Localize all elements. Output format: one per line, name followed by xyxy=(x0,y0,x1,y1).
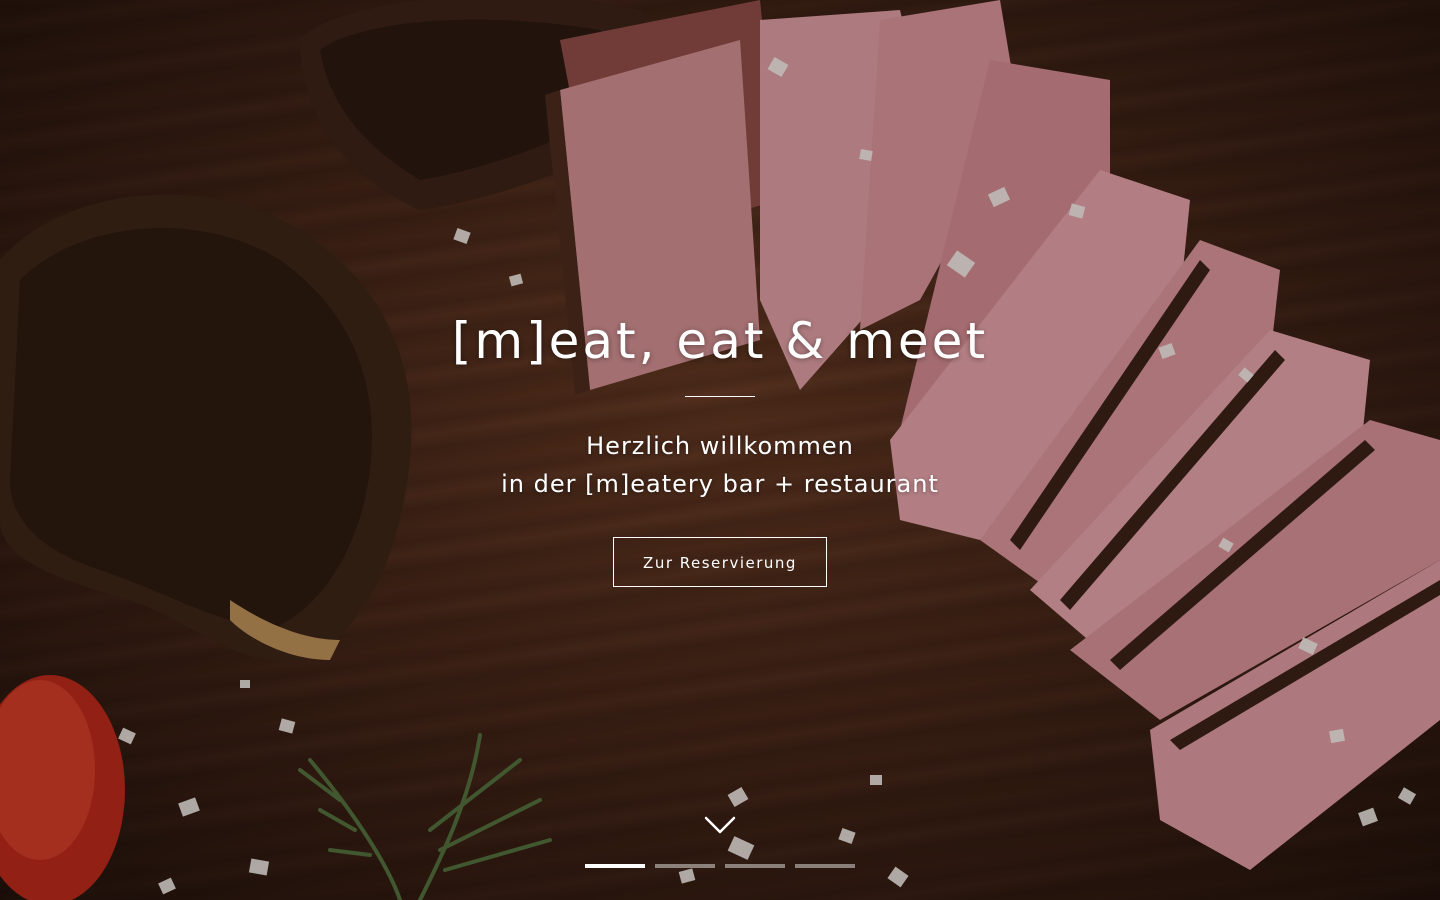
hero-content: [m]eat, eat & meet Herzlich willkommen i… xyxy=(0,310,1440,587)
reservation-button[interactable]: Zur Reservierung xyxy=(613,537,827,587)
slide-indicator[interactable] xyxy=(725,864,785,868)
scroll-down-button[interactable] xyxy=(702,810,738,840)
slide-indicator[interactable] xyxy=(655,864,715,868)
chevron-down-icon xyxy=(704,816,736,834)
hero-title: [m]eat, eat & meet xyxy=(451,312,989,370)
title-divider xyxy=(685,396,755,397)
hero-subtitle-line-2: in der [m]eatery bar + restaurant xyxy=(501,470,939,498)
slider-pagination xyxy=(585,864,855,872)
hero-subtitle-line-1: Herzlich willkommen xyxy=(586,432,854,460)
slide-indicator[interactable] xyxy=(585,864,645,868)
hero-section: [m]eat, eat & meet Herzlich willkommen i… xyxy=(0,0,1440,900)
slide-indicator[interactable] xyxy=(795,864,855,868)
